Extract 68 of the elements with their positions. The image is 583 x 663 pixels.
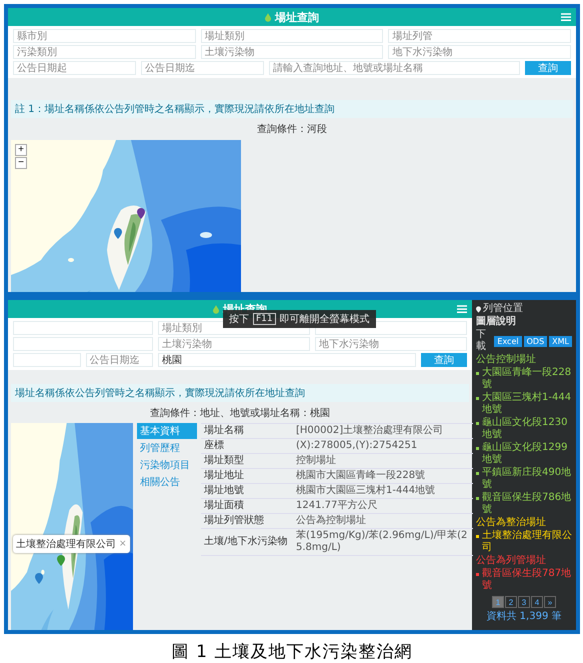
page-button[interactable]: 2 <box>505 596 517 608</box>
map-pin-icon[interactable] <box>35 573 43 584</box>
notice-text: 場址名稱係依公告列管時之名稱顯示，實際現況請依所在地址查詢 <box>11 384 469 402</box>
download-button[interactable]: ODS <box>524 336 548 346</box>
site-link[interactable]: 大園區三塊村1-444地號 <box>482 392 572 416</box>
page-button[interactable]: 4 <box>531 596 543 608</box>
section-title: 圖層說明 <box>476 316 517 328</box>
site-link[interactable]: 土壤整治處理有限公司 <box>482 530 572 554</box>
detail-tab[interactable]: 列管歷程 <box>137 440 197 456</box>
date-field[interactable]: 公告日期迄 <box>86 353 153 367</box>
filter-field[interactable]: 污染類別 <box>13 45 196 59</box>
filter-field[interactable]: 土壤污染物 <box>200 45 384 59</box>
site-link[interactable]: 龜山區文化段1230地號 <box>482 417 572 441</box>
location-pin-icon <box>476 306 481 312</box>
page-button[interactable]: » <box>544 596 556 608</box>
site-link[interactable]: 大園區青峰一段228號 <box>482 367 572 391</box>
group-heading: 公告為列管場址 <box>476 555 547 567</box>
group-heading: 公告為整治場址 <box>476 517 547 529</box>
download-label: 下載 <box>476 329 486 353</box>
record-count: 資料共 1,399 筆 <box>486 610 562 623</box>
filter-field[interactable]: 地下水污染物 <box>388 45 571 59</box>
download-button[interactable]: XML <box>549 336 572 346</box>
filter-field[interactable]: 縣市別 <box>13 29 196 43</box>
date-field[interactable] <box>13 353 80 367</box>
table-cell: 場址地號 <box>201 484 293 499</box>
download-button[interactable]: Excel <box>494 336 522 346</box>
group-heading: 公告控制場址 <box>476 354 537 366</box>
filter-field[interactable] <box>13 337 153 351</box>
query-condition: 查詢條件：河段 <box>257 122 327 136</box>
page-title: 場址查詢 <box>275 10 319 24</box>
page-button[interactable]: 3 <box>518 596 530 608</box>
menu-icon[interactable] <box>457 304 467 314</box>
filter-field[interactable]: 場址列管 <box>388 29 571 43</box>
zoom-out-button[interactable]: − <box>15 157 27 169</box>
table-cell: 場址面積 <box>201 499 293 514</box>
keyboard-key: F11 <box>253 313 276 325</box>
map-pin-icon[interactable] <box>57 555 65 566</box>
table-cell: 座標 <box>201 439 293 454</box>
map-pin-icon[interactable] <box>114 228 122 239</box>
query-condition: 查詢條件：地址、地號或場址名稱：桃園 <box>150 406 330 420</box>
site-link[interactable]: 龜山區文化段1299地號 <box>482 442 572 466</box>
water-drop-icon <box>213 304 219 314</box>
date-field[interactable]: 公告日期迄 <box>141 61 264 75</box>
site-link[interactable]: 觀音區保生段787地號 <box>482 568 572 592</box>
filter-field[interactable]: 土壤污染物 <box>158 337 310 351</box>
site-link[interactable]: 平鎮區新庄段490地號 <box>482 467 572 491</box>
table-cell: 場址類型 <box>201 454 293 469</box>
detail-tab[interactable]: 相關公告 <box>137 474 197 490</box>
detail-tab[interactable]: 污染物項目 <box>137 457 197 473</box>
search-field[interactable]: 桃園 <box>158 353 416 367</box>
water-drop-icon <box>265 12 271 22</box>
table-cell: 場址地址 <box>201 469 293 484</box>
figure-caption: 圖 1 土壤及地下水污染整治網 <box>170 641 414 663</box>
site-link[interactable]: 觀音區保生段786地號 <box>482 492 572 516</box>
table-cell: 土壤/地下水污染物 <box>201 529 293 556</box>
search-field[interactable]: 請輸入查詢地址、地號或場址名稱 <box>269 61 520 75</box>
popup-text: 土壤整治處理有限公司 <box>16 538 116 551</box>
filter-field[interactable]: 地下水污染物 <box>315 337 467 351</box>
menu-icon[interactable] <box>561 12 571 22</box>
zoom-in-button[interactable]: + <box>15 144 27 156</box>
map-pin-icon[interactable] <box>137 208 145 219</box>
date-field[interactable]: 公告日期起 <box>13 61 136 75</box>
sidebar-title: 列管位置 <box>483 303 523 315</box>
filter-field[interactable]: 場址類別 <box>200 29 384 43</box>
notice-text: 註 1：場址名稱係依公告列管時之名稱顯示，實際現況請依所在地址查詢 <box>11 100 573 118</box>
table-cell: 場址名稱 <box>201 424 293 439</box>
filter-field[interactable] <box>13 321 153 335</box>
table-cell: 場址列管狀態 <box>201 514 293 529</box>
